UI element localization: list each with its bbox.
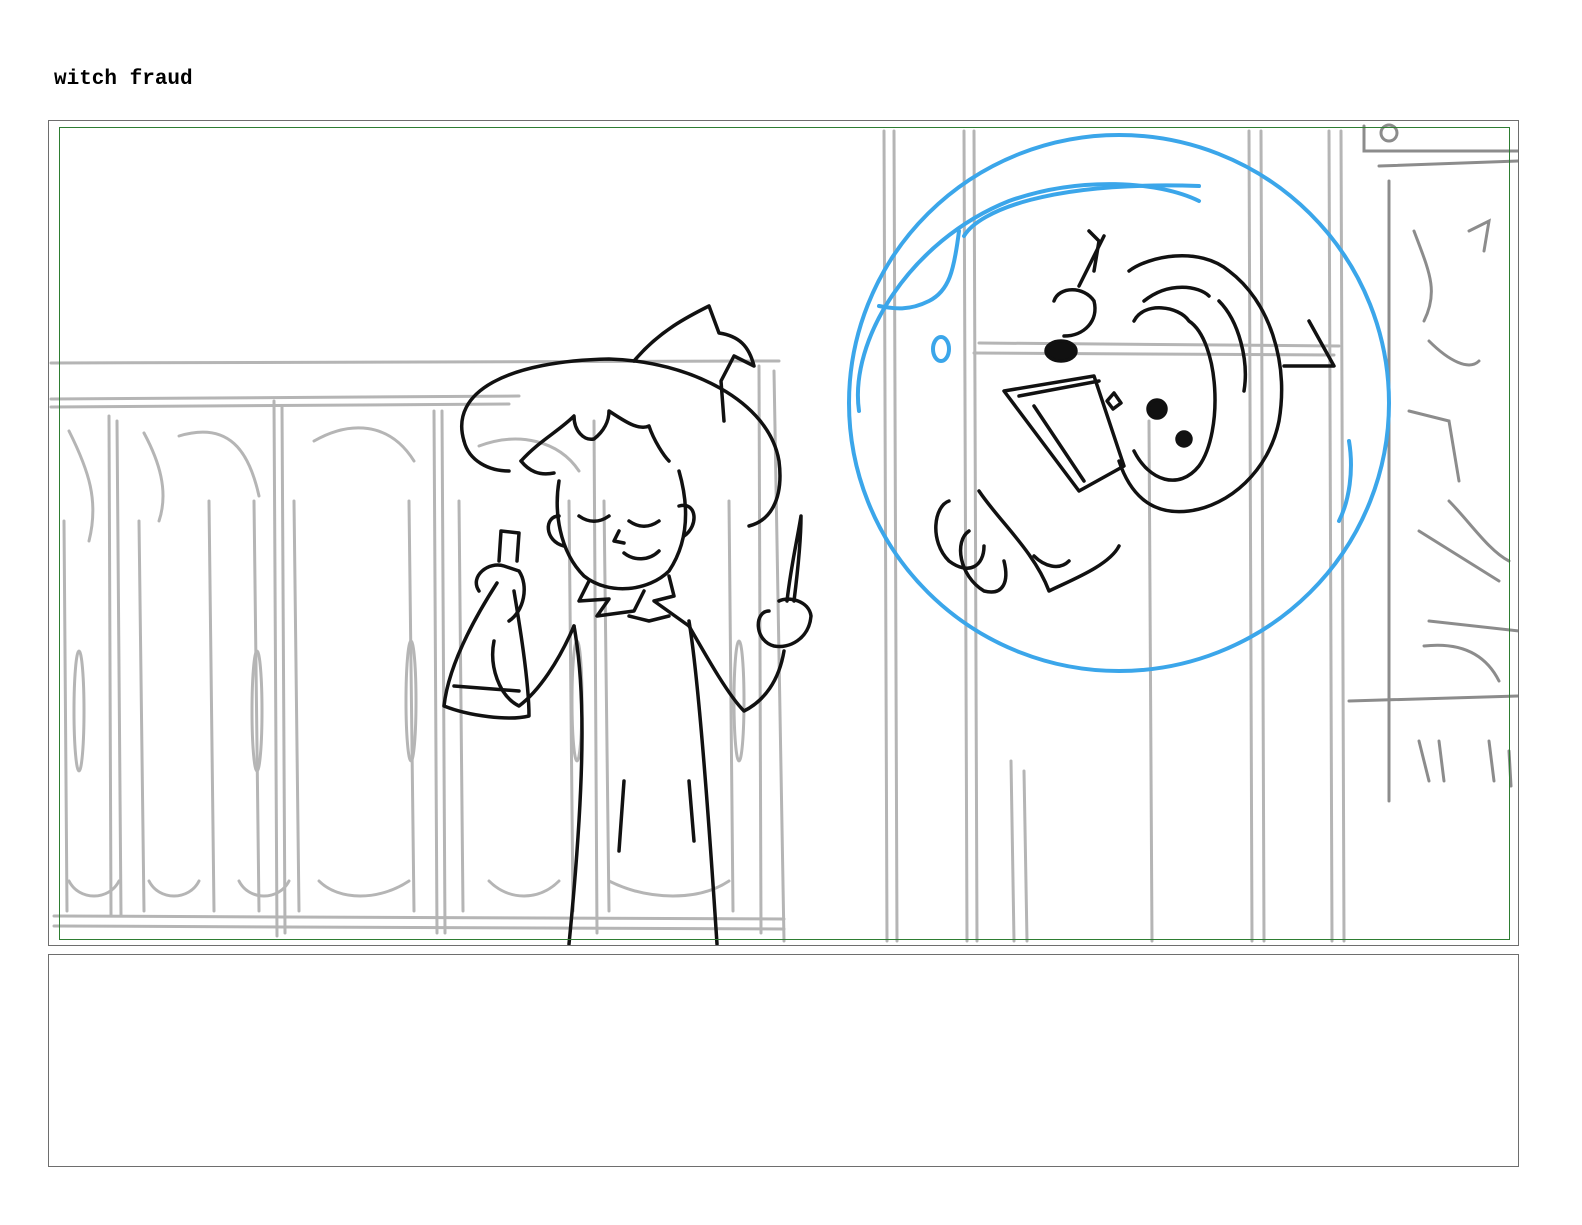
storyboard-panel (48, 120, 1519, 946)
page-title: witch fraud (54, 68, 193, 91)
child-in-bubble (934, 229, 1336, 594)
panel-drawing (49, 123, 1518, 945)
wall-details (1347, 123, 1518, 803)
lockers-background (49, 129, 1346, 943)
witch-character (442, 304, 813, 945)
notes-box[interactable] (48, 954, 1519, 1167)
